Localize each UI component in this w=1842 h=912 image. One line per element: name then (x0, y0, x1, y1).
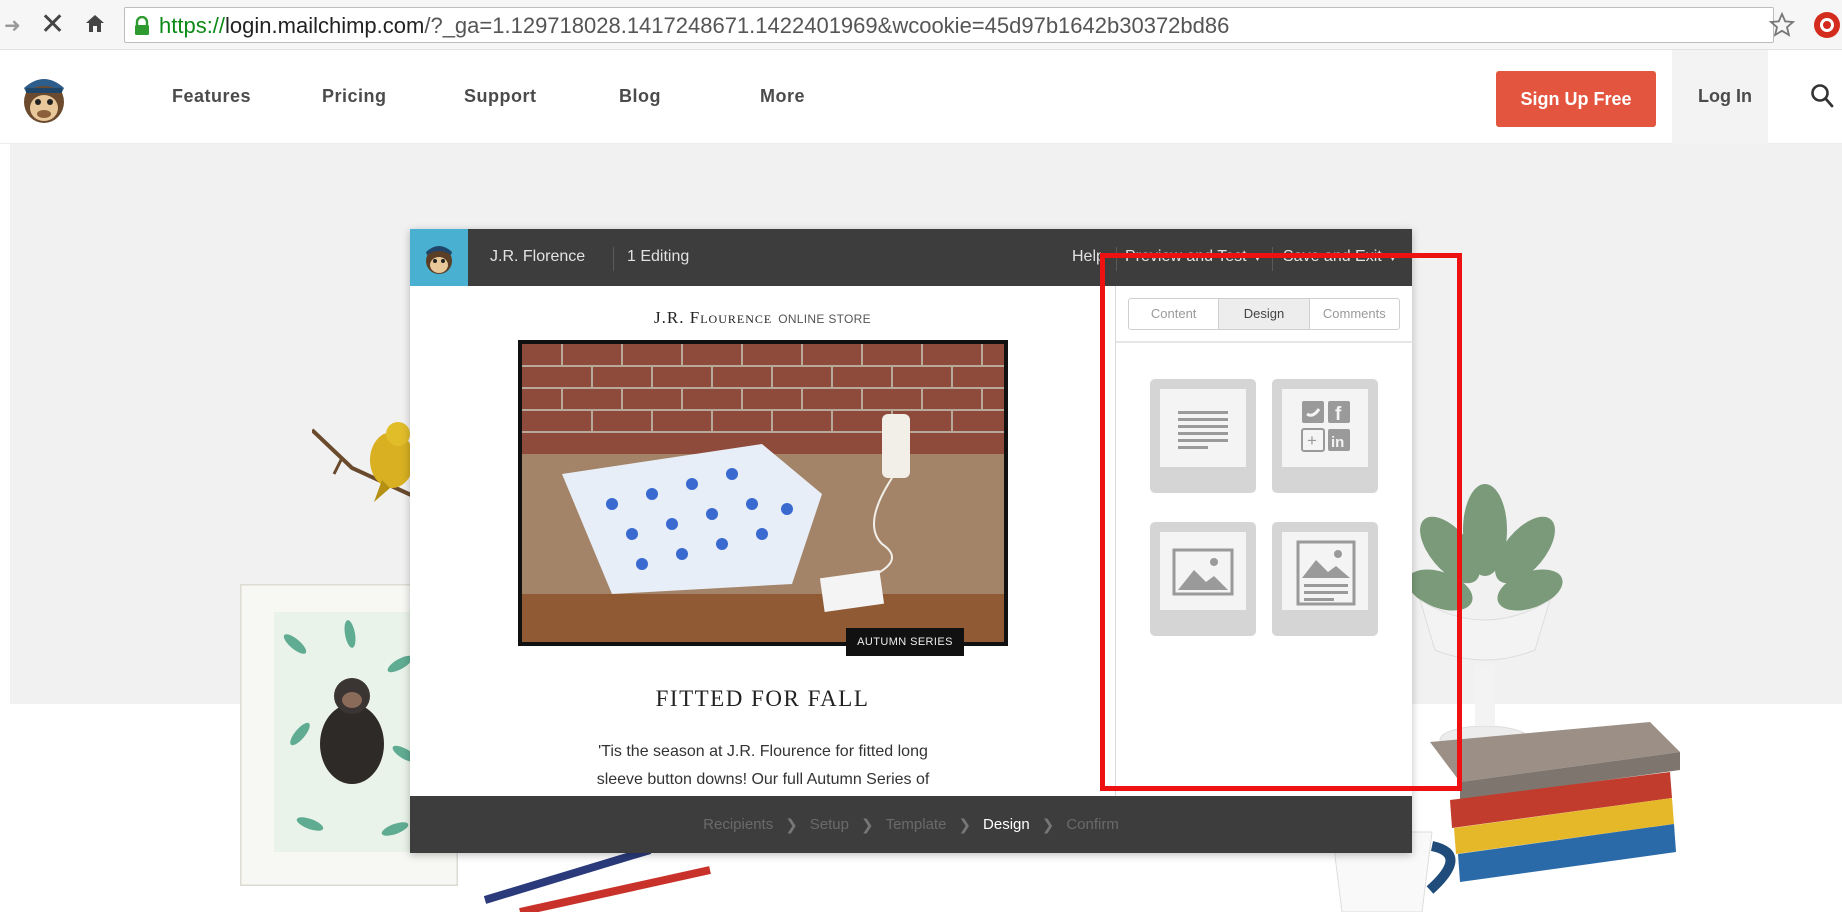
stop-loading-icon[interactable]: ✕ (40, 8, 65, 42)
mailchimp-logo-icon[interactable] (18, 70, 70, 126)
email-body-line: sleeve button downs! Our full Autumn Ser… (596, 771, 930, 788)
email-body-text[interactable]: 'Tis the season at J.R. Flourence for fi… (558, 738, 968, 794)
email-preview[interactable]: J.R. Flourence ONLINE STORE AUTUMN SERIE… (410, 286, 1115, 796)
top-bar-divider (613, 247, 614, 271)
chevron-right-icon: ❯ (785, 816, 798, 834)
account-name[interactable]: J.R. Florence (490, 248, 585, 266)
editing-status: 1 Editing (627, 248, 690, 265)
home-icon[interactable] (84, 12, 106, 34)
shirt-photo (522, 344, 1004, 642)
forward-arrow-icon[interactable]: ➜ (4, 13, 21, 38)
step-setup[interactable]: Setup (810, 816, 849, 833)
freddie-logo-icon (426, 246, 452, 274)
step-design[interactable]: Design (983, 816, 1030, 833)
step-recipients[interactable]: Recipients (703, 816, 773, 833)
nav-more[interactable]: More (760, 86, 805, 107)
lock-icon (135, 16, 149, 35)
search-icon[interactable] (1810, 83, 1834, 109)
nav-blog[interactable]: Blog (619, 86, 661, 107)
editor-logo[interactable] (410, 229, 468, 286)
email-brand-subtitle: ONLINE STORE (778, 312, 871, 326)
chevron-right-icon: ❯ (861, 816, 874, 834)
url-host: login.mailchimp.com (225, 13, 425, 38)
nav-support[interactable]: Support (464, 86, 537, 107)
url-protocol: https:// (159, 13, 226, 38)
log-in-link[interactable]: Log In (1698, 86, 1752, 107)
help-menu[interactable]: Help (1072, 248, 1101, 266)
campaign-steps-bar: Recipients ❯ Setup ❯ Template ❯ Design ❯… (410, 796, 1412, 853)
email-body-line: 'Tis the season at J.R. Flourence for fi… (598, 743, 928, 760)
chevron-right-icon: ❯ (958, 816, 972, 834)
address-bar[interactable]: https://login.mailchimp.com/?_ga=1.12971… (124, 7, 1774, 43)
nav-features[interactable]: Features (172, 86, 251, 107)
extension-icon[interactable] (1814, 12, 1840, 38)
email-heading[interactable]: FITTED FOR FALL (410, 686, 1115, 712)
breadcrumb: Recipients ❯ Setup ❯ Template ❯ Design ❯… (410, 796, 1412, 853)
chevron-right-icon: ❯ (1041, 816, 1055, 834)
autumn-series-tag: AUTUMN SERIES (846, 628, 964, 656)
url-text: https://login.mailchimp.com/?_ga=1.12971… (159, 14, 1229, 38)
email-brand-line: J.R. Flourence ONLINE STORE (410, 308, 1115, 328)
nav-pricing[interactable]: Pricing (322, 86, 387, 107)
highlight-box (1100, 253, 1462, 791)
email-hero-image[interactable] (518, 340, 1008, 646)
step-template[interactable]: Template (886, 816, 947, 833)
site-header: Features Pricing Support Blog More Sign … (0, 50, 1842, 144)
email-brand-name: J.R. Flourence (654, 308, 773, 327)
url-query: /?_ga=1.129718028.1417248671.1422401969&… (424, 13, 1230, 38)
browser-toolbar: ➜ ✕ https://login.mailchimp.com/?_ga=1.1… (0, 0, 1842, 50)
bookmark-star-icon[interactable] (1768, 11, 1796, 39)
sign-up-free-button[interactable]: Sign Up Free (1496, 71, 1656, 127)
step-confirm[interactable]: Confirm (1066, 816, 1119, 833)
